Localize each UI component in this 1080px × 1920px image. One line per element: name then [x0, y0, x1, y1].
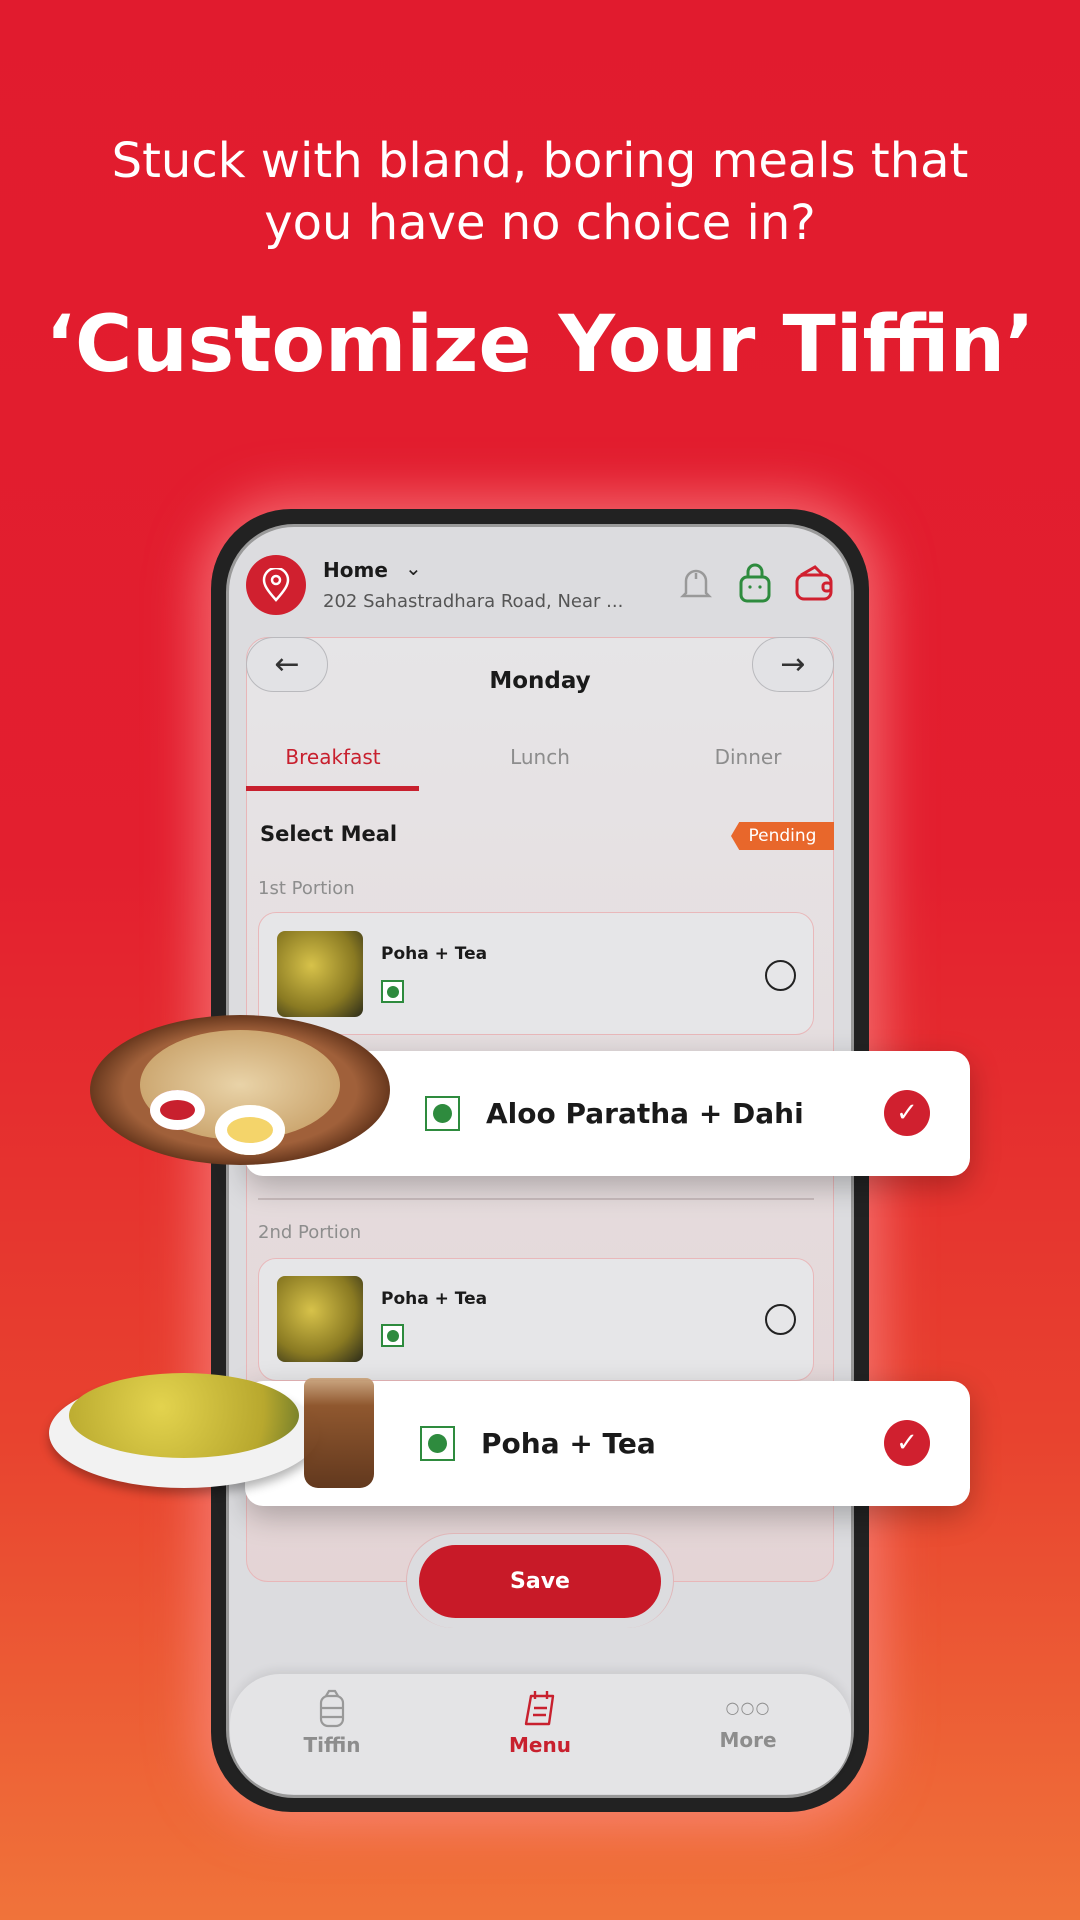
save-button[interactable]: Save: [419, 1545, 661, 1618]
nav-label: Tiffin: [303, 1733, 361, 1757]
bag-icon[interactable]: [738, 563, 772, 607]
nav-label: More: [719, 1728, 777, 1752]
subtitle-line-1: Stuck with bland, boring meals that: [111, 133, 969, 189]
tab-lunch[interactable]: Lunch: [450, 745, 630, 769]
headline-title: ‘Customize Your Tiffin’: [45, 300, 1035, 390]
poha-image: [277, 1276, 363, 1362]
checkmark-icon[interactable]: ✓: [884, 1420, 930, 1466]
status-badge: Pending: [731, 822, 834, 850]
nav-tiffin[interactable]: Tiffin: [262, 1688, 402, 1757]
more-dots-icon: ○○○: [725, 1698, 771, 1717]
tab-dinner[interactable]: Dinner: [658, 745, 838, 769]
aloo-paratha-image: [90, 995, 390, 1175]
chevron-down-icon[interactable]: ⌄: [405, 556, 422, 580]
day-title: Monday: [489, 668, 591, 694]
location-pin-icon[interactable]: [246, 555, 306, 615]
next-day-button[interactable]: →: [752, 637, 834, 692]
checkmark-icon[interactable]: ✓: [884, 1090, 930, 1136]
active-tab-indicator: [246, 786, 419, 791]
wallet-icon[interactable]: [795, 565, 833, 605]
nav-label: Menu: [509, 1733, 571, 1757]
nav-menu[interactable]: Menu: [470, 1688, 610, 1757]
selected-meal-name: Aloo Paratha + Dahi: [486, 1097, 804, 1130]
prev-day-button[interactable]: ←: [246, 637, 328, 692]
tiffin-icon: [319, 1689, 345, 1728]
location-label[interactable]: Home: [323, 558, 388, 582]
menu-calendar-icon: [524, 1691, 555, 1726]
veg-icon: [420, 1426, 455, 1461]
portion-label: 2nd Portion: [258, 1222, 362, 1243]
tab-breakfast[interactable]: Breakfast: [243, 745, 423, 769]
section-title: Select Meal: [260, 822, 398, 846]
meal-radio[interactable]: [765, 1304, 796, 1335]
nav-more[interactable]: ○○○ More: [678, 1688, 818, 1752]
selected-meal-name: Poha + Tea: [481, 1427, 656, 1460]
veg-icon: [381, 1324, 404, 1347]
portion-label: 1st Portion: [258, 878, 355, 899]
subtitle-line-2: you have no choice in?: [264, 195, 816, 251]
veg-icon: [425, 1096, 460, 1131]
arrow-left-icon: ←: [274, 647, 300, 682]
address-text[interactable]: 202 Sahastradhara Road, Near ...: [323, 591, 623, 612]
poha-tea-image: [49, 1353, 389, 1493]
meal-name: Poha + Tea: [381, 944, 488, 964]
meal-radio[interactable]: [765, 960, 796, 991]
bell-icon[interactable]: [679, 565, 713, 607]
meal-name: Poha + Tea: [381, 1289, 488, 1309]
arrow-right-icon: →: [780, 647, 806, 682]
divider: [258, 1198, 814, 1200]
headline-subtitle: Stuck with bland, boring meals that you h…: [0, 130, 1080, 254]
